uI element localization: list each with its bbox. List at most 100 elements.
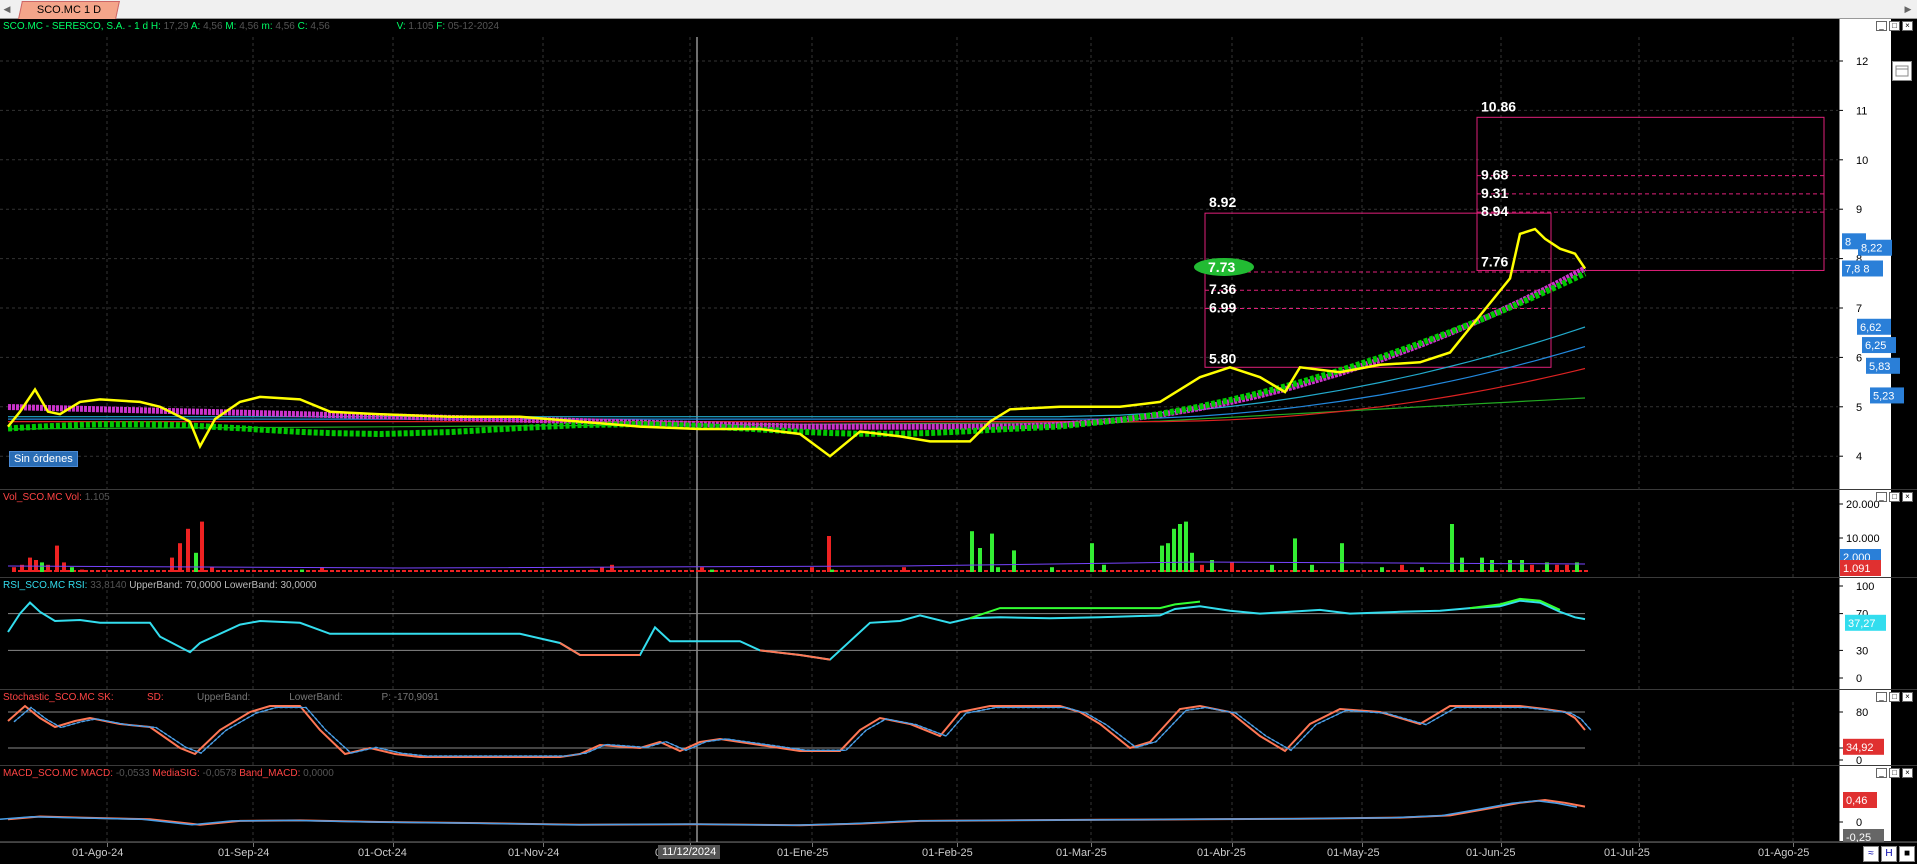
- stoch-tick-label: 0: [1856, 755, 1862, 766]
- rsi-chart[interactable]: 1007030037,27: [0, 578, 1917, 690]
- scroll-icon[interactable]: ■: [1899, 846, 1915, 862]
- volume-bar: [378, 570, 382, 572]
- volume-bar: [1218, 570, 1222, 572]
- volume-bar: [870, 570, 874, 572]
- volume-bar: [264, 570, 268, 572]
- volume-bar: [888, 570, 892, 572]
- volume-bar: [1420, 567, 1424, 572]
- minimize-icon[interactable]: _: [1876, 768, 1887, 778]
- date-axis[interactable]: 01-Ago-2401-Sep-2401-Oct-2401-Nov-2401-D…: [0, 842, 1917, 864]
- minimize-icon[interactable]: _: [1876, 21, 1887, 31]
- tab-bar: ◀ SCO.MC 1 D ▶: [0, 0, 1917, 19]
- minimize-icon[interactable]: _: [1876, 692, 1887, 702]
- volume-bar: [978, 548, 982, 572]
- macd-panel[interactable]: MACD_SCO.MC MACD: -0,0533 MediaSIG: -0,0…: [0, 766, 1917, 842]
- volume-bar: [1172, 528, 1176, 572]
- volume-bar: [324, 570, 328, 572]
- volume-bar: [222, 570, 226, 572]
- price-panel[interactable]: SCO.MC - SERESCO, S.A. - 1 d H: 17,29 A:…: [0, 19, 1917, 490]
- save-icon[interactable]: H: [1881, 846, 1897, 862]
- volume-bar: [1293, 538, 1297, 572]
- close-icon[interactable]: ×: [1902, 492, 1913, 502]
- minimize-icon[interactable]: _: [1876, 492, 1887, 502]
- volume-bar: [1166, 543, 1170, 572]
- price-chart[interactable]: 12 11 10 9 8 7 6 5 4 8.92 7.73 7.36 6.99 5.80 10.86 9.…: [0, 19, 1917, 490]
- volume-bar: [1152, 570, 1156, 572]
- volume-bar: [414, 570, 418, 572]
- level-label: 6.99: [1209, 299, 1236, 315]
- volume-bar: [576, 570, 580, 572]
- volume-bar: [1460, 557, 1464, 572]
- volume-bar: [858, 570, 862, 572]
- volume-bar: [690, 570, 694, 572]
- volume-bar: [24, 570, 28, 572]
- maximize-icon[interactable]: □: [1889, 21, 1900, 31]
- tab-label: SCO.MC 1 D: [36, 4, 102, 16]
- volume-bar: [1392, 570, 1396, 572]
- volume-bar: [624, 570, 628, 572]
- close-icon[interactable]: ×: [1902, 21, 1913, 31]
- zoom-icon[interactable]: ≈: [1863, 846, 1879, 862]
- volume-bar: [426, 570, 430, 572]
- volume-bar: [582, 570, 586, 572]
- volume-bar: [744, 570, 748, 572]
- volume-bar: [1584, 570, 1588, 572]
- date-label: 01-Nov-24: [508, 847, 560, 859]
- volume-bar: [162, 570, 166, 572]
- symbol-title: SCO.MC - SERESCO, S.A. - 1 d: [3, 21, 149, 32]
- orders-badge[interactable]: Sin órdenes: [9, 451, 78, 467]
- macd-tag: -0,25: [1846, 832, 1871, 842]
- gear-icon[interactable]: [1892, 61, 1912, 81]
- volume-bar: [66, 570, 70, 572]
- volume-bar: [642, 570, 646, 572]
- stochastic-panel[interactable]: Stochastic_SCO.MC SK: SD: UpperBand: Low…: [0, 690, 1917, 766]
- volume-bar: [1224, 570, 1228, 572]
- volume-bar: [564, 570, 568, 572]
- volume-bar: [80, 569, 84, 572]
- volume-bar: [1450, 524, 1454, 572]
- price-tick-label: 10: [1856, 155, 1868, 167]
- volume-bar: [294, 570, 298, 572]
- volume-bar: [1062, 570, 1066, 572]
- volume-bar: [558, 570, 562, 572]
- volume-bar: [684, 570, 688, 572]
- volume-chart[interactable]: 20.00010.0002.0001.091: [0, 490, 1917, 578]
- volume-bar: [114, 570, 118, 572]
- volume-panel[interactable]: Vol_SCO.MC Vol: 1.105 _ □ × 20.000 10.000…: [0, 490, 1917, 578]
- volume-bar: [138, 570, 142, 572]
- close-icon[interactable]: ×: [1902, 768, 1913, 778]
- volume-bar: [84, 570, 88, 572]
- tab-chart[interactable]: SCO.MC 1 D: [18, 1, 121, 19]
- volume-bar: [1102, 564, 1106, 572]
- volume-bar: [204, 570, 208, 572]
- volume-bar: [1160, 545, 1164, 572]
- volume-bar: [1362, 570, 1366, 572]
- volume-bar: [228, 570, 232, 572]
- volume-bar: [1428, 570, 1432, 572]
- close-icon[interactable]: ×: [1902, 692, 1913, 702]
- volume-bar: [194, 552, 198, 572]
- volume-bar: [786, 570, 790, 572]
- volume-bar: [970, 531, 974, 572]
- volume-bar: [1230, 562, 1234, 572]
- tab-scroll-right-icon[interactable]: ▶: [1903, 2, 1913, 16]
- volume-bar: [336, 570, 340, 572]
- volume-bar: [830, 569, 834, 572]
- maximize-icon[interactable]: □: [1889, 492, 1900, 502]
- volume-bar: [1178, 524, 1182, 572]
- rsi-panel[interactable]: RSI_SCO.MC RSI: 33,8140 UpperBand: 70,00…: [0, 578, 1917, 690]
- rsi-line-low: [759, 649, 831, 661]
- volume-bar: [700, 567, 704, 572]
- price-panel-title: SCO.MC - SERESCO, S.A. - 1 d H: 17,29 A:…: [3, 21, 500, 32]
- maximize-icon[interactable]: □: [1889, 692, 1900, 702]
- maximize-icon[interactable]: □: [1889, 768, 1900, 778]
- volume-bar: [918, 570, 922, 572]
- volume-bar: [1050, 567, 1054, 572]
- volume-bar: [1260, 570, 1264, 572]
- volume-bar: [312, 570, 316, 572]
- volume-bar: [1080, 570, 1084, 572]
- tab-scroll-left-icon[interactable]: ◀: [2, 2, 12, 16]
- volume-bar: [1266, 570, 1270, 572]
- volume-bar: [720, 570, 724, 572]
- volume-bar: [144, 570, 148, 572]
